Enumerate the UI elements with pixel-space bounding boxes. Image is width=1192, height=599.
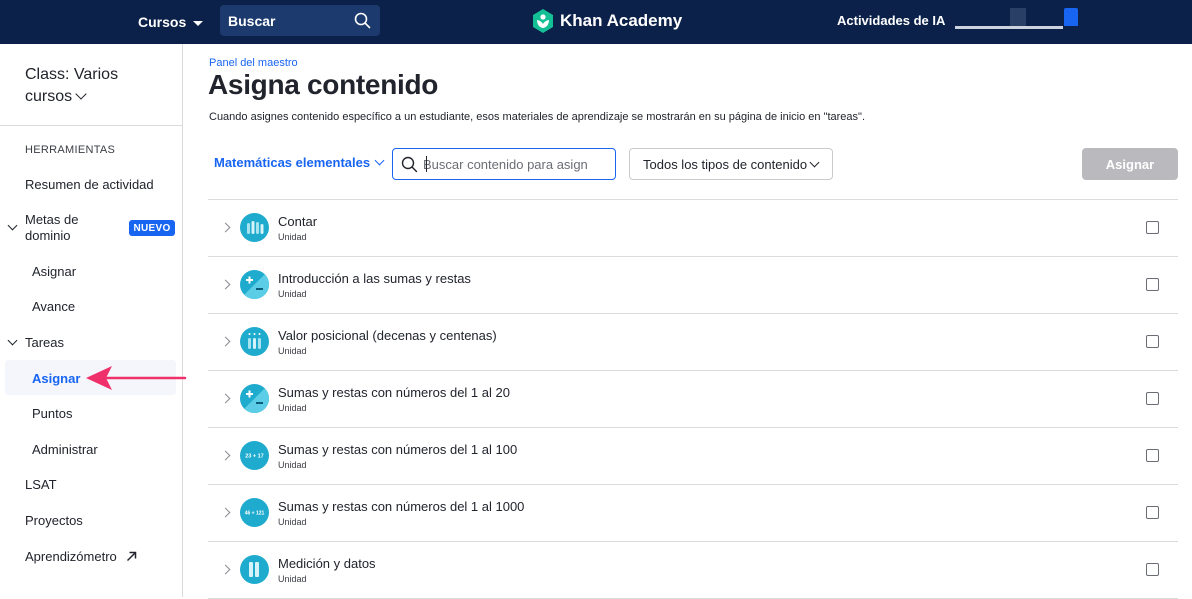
unit-title[interactable]: Sumas y restas con números del 1 al 20 (278, 385, 510, 400)
unit-type: Unidad (278, 517, 307, 527)
ai-activities-link[interactable]: Actividades de IA (837, 0, 945, 40)
sum-icon-label: 46 + 121 (245, 511, 265, 517)
page-description: Cuando asignes contenido específico a un… (209, 111, 865, 123)
chevron-down-icon[interactable] (7, 220, 18, 231)
content-search-input[interactable] (423, 154, 609, 174)
sidebar-divider (0, 125, 182, 126)
unit-type: Unidad (278, 346, 307, 356)
sidebar-item-learnometer[interactable]: Aprendizómetro (25, 549, 137, 564)
global-search[interactable]: Buscar (220, 5, 380, 36)
unit-title[interactable]: Sumas y restas con números del 1 al 1000 (278, 499, 524, 514)
unit-title[interactable]: Medición y datos (278, 556, 376, 571)
redacted-block (1010, 8, 1026, 26)
chevron-right-icon[interactable] (220, 393, 231, 404)
chevron-right-icon[interactable] (220, 279, 231, 290)
subject-label: Matemáticas elementales (214, 155, 371, 170)
page-title: Asigna contenido (208, 69, 439, 100)
courses-menu[interactable]: Cursos (138, 0, 204, 44)
content-type-dropdown[interactable]: Todos los tipos de contenido (629, 148, 833, 180)
external-link-icon (127, 551, 137, 562)
avatar-icon[interactable] (1064, 8, 1078, 26)
class-title: Class: Varios cursos (25, 66, 119, 105)
caret-down-icon (193, 20, 204, 26)
text-caret (426, 156, 427, 172)
sum-icon-label: 23 + 17 (245, 454, 264, 460)
class-selector[interactable]: Class: Varios cursos (25, 64, 135, 108)
sidebar-item-mastery-assign[interactable]: Asignar (32, 264, 76, 279)
sidebar-item-tasks-assign[interactable]: Asignar (32, 371, 80, 386)
unit-title[interactable]: Sumas y restas con números del 1 al 100 (278, 442, 517, 457)
learnometer-label: Aprendizómetro (25, 549, 117, 564)
unit-type: Unidad (278, 232, 307, 242)
sidebar-item-activity[interactable]: Resumen de actividad (25, 177, 154, 192)
counting-icon (240, 213, 269, 242)
unit-checkbox[interactable] (1146, 221, 1159, 234)
plus-minus-icon (240, 384, 269, 413)
chevron-right-icon[interactable] (220, 450, 231, 461)
chevron-down-icon[interactable] (7, 335, 18, 346)
search-icon (401, 156, 418, 173)
assign-button[interactable]: Asignar (1082, 148, 1178, 180)
tools-heading: HERRAMIENTAS (25, 144, 116, 156)
pointer-arrow-icon (86, 366, 187, 390)
chevron-down-icon (75, 88, 87, 100)
khan-leaf-icon (533, 9, 553, 33)
sidebar-item-mastery[interactable]: Metas de dominio (25, 212, 115, 244)
unit-row[interactable]: Medición y datos Unidad (208, 542, 1178, 599)
sidebar-item-tasks-points[interactable]: Puntos (32, 406, 72, 421)
khan-academy-logo[interactable]: Khan Academy (532, 9, 682, 33)
unit-checkbox[interactable] (1146, 335, 1159, 348)
top-nav: Cursos Buscar Khan Academy Actividades d… (0, 0, 1192, 44)
unit-row[interactable]: 23 + 17 Sumas y restas con números del 1… (208, 428, 1178, 485)
unit-title[interactable]: Introducción a las sumas y restas (278, 271, 471, 286)
chevron-right-icon[interactable] (220, 222, 231, 233)
plus-minus-icon (240, 270, 269, 299)
unit-checkbox[interactable] (1146, 278, 1159, 291)
unit-checkbox[interactable] (1146, 563, 1159, 576)
unit-row[interactable]: Contar Unidad (208, 200, 1178, 257)
ai-activities-label: Actividades de IA (837, 12, 946, 28)
unit-row[interactable]: Sumas y restas con números del 1 al 20 U… (208, 371, 1178, 428)
redacted-username (955, 26, 1063, 29)
new-badge: NUEVO (129, 220, 175, 236)
unit-checkbox[interactable] (1146, 449, 1159, 462)
chevron-right-icon[interactable] (220, 507, 231, 518)
global-search-label: Buscar (228, 12, 276, 29)
logo-text: Khan Academy (560, 11, 683, 30)
sidebar-item-lsat[interactable]: LSAT (25, 477, 57, 492)
breadcrumb[interactable]: Panel del maestro (209, 57, 298, 69)
unit-type: Unidad (278, 289, 307, 299)
unit-title[interactable]: Contar (278, 214, 317, 229)
sum-icon: 23 + 17 (240, 441, 269, 470)
unit-checkbox[interactable] (1146, 392, 1159, 405)
sidebar-item-tasks[interactable]: Tareas (25, 335, 64, 350)
courses-label: Cursos (138, 14, 187, 30)
unit-row[interactable]: Valor posicional (decenas y centenas) Un… (208, 314, 1178, 371)
sidebar-item-projects[interactable]: Proyectos (25, 513, 83, 528)
unit-title[interactable]: Valor posicional (decenas y centenas) (278, 328, 497, 343)
subject-dropdown[interactable]: Matemáticas elementales (214, 155, 385, 170)
search-icon (354, 12, 371, 29)
unit-checkbox[interactable] (1146, 506, 1159, 519)
sidebar-item-mastery-progress[interactable]: Avance (32, 299, 75, 314)
unit-row[interactable]: 46 + 121 Sumas y restas con números del … (208, 485, 1178, 542)
unit-type: Unidad (278, 460, 307, 470)
measure-icon (240, 555, 269, 584)
sum-icon: 46 + 121 (240, 498, 269, 527)
sidebar: Class: Varios cursos HERRAMIENTAS Resume… (0, 44, 183, 597)
chevron-right-icon[interactable] (220, 564, 231, 575)
content-type-label: Todos los tipos de contenido (643, 156, 808, 172)
unit-type: Unidad (278, 403, 307, 413)
unit-row[interactable]: Introducción a las sumas y restas Unidad (208, 257, 1178, 314)
chevron-right-icon[interactable] (220, 336, 231, 347)
sidebar-item-tasks-admin[interactable]: Administrar (32, 442, 98, 457)
chevron-down-icon (809, 157, 820, 168)
unit-type: Unidad (278, 574, 307, 584)
place-value-icon (240, 327, 269, 356)
chevron-down-icon (374, 155, 385, 166)
